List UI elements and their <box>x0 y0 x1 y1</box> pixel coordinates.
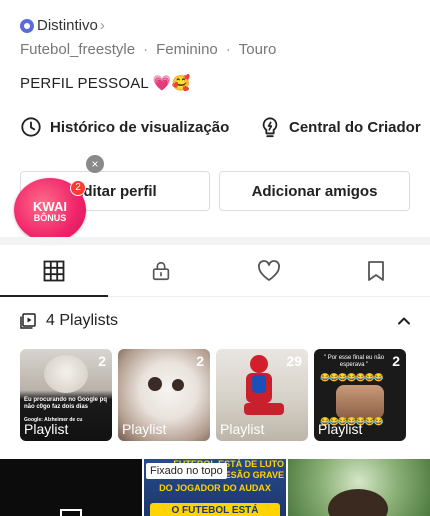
lock-icon <box>153 261 170 281</box>
profile-meta: Futebol_freestyle · Feminino · Touro <box>20 41 277 58</box>
bulb-icon <box>262 117 278 138</box>
kwai-label: KWAI <box>33 199 67 214</box>
playlist-label: Playlist <box>122 421 167 437</box>
tab-likes[interactable] <box>215 246 323 296</box>
tab-grid[interactable] <box>0 246 108 297</box>
tab-saved[interactable] <box>323 246 430 296</box>
tile-headline-4: O FUTEBOL ESTÁ <box>150 503 280 516</box>
tile-headline-3: DO JOGADOR DO AUDAX <box>159 483 271 493</box>
playlist-card[interactable]: Eu procurando no Google pq não c0go faz … <box>20 349 112 441</box>
playlist-caption: Eu procurando no Google pq não c0go faz … <box>24 397 107 410</box>
playlist-card[interactable]: " Por esse final eu não esperava " 😂😂😂😂😂… <box>314 349 406 441</box>
video-tile[interactable] <box>288 459 430 516</box>
pinned-badge: Fixado no topo <box>146 463 227 479</box>
profile-tabs <box>0 246 430 297</box>
playlist-card[interactable]: 2 Playlist <box>118 349 210 441</box>
playlist-icon <box>20 313 36 329</box>
grid-icon <box>43 260 65 282</box>
badge-icon <box>20 18 34 33</box>
playlist-caption: " Por esse final eu não esperava " <box>323 355 385 368</box>
history-label: Histórico de visualização <box>50 118 230 136</box>
creator-center-shortcut[interactable]: Central do Criador <box>259 116 421 138</box>
playlist-label: Playlist <box>220 421 265 437</box>
meta-username: Futebol_freestyle <box>20 41 136 58</box>
bookmark-icon <box>368 261 385 281</box>
video-tile[interactable] <box>0 459 142 516</box>
playlists-header[interactable]: 4 Playlists <box>20 312 118 330</box>
badge-label: Distintivo <box>37 17 98 34</box>
close-icon[interactable]: × <box>86 155 104 173</box>
meta-gender: Feminino <box>156 41 218 58</box>
kwai-bonus-count: 2 <box>70 180 86 196</box>
playlists-count-label: 4 Playlists <box>46 312 119 329</box>
playlist-count: 2 <box>196 353 204 369</box>
bonus-label: BÔNUS <box>33 213 67 223</box>
clock-icon <box>21 117 41 137</box>
history-shortcut[interactable]: Histórico de visualização <box>20 116 229 138</box>
add-friends-button[interactable]: Adicionar amigos <box>219 171 410 211</box>
playlist-label: Playlist <box>24 421 69 437</box>
chevron-right-icon: › <box>99 17 105 34</box>
playlist-card[interactable]: 29 Playlist <box>216 349 308 441</box>
tab-private[interactable] <box>108 246 216 296</box>
playlist-count: 2 <box>392 353 400 369</box>
heart-icon <box>257 260 280 281</box>
profile-bio: PERFIL PESSOAL 💗🥰 <box>20 75 191 92</box>
divider <box>0 237 430 245</box>
creator-center-label: Central do Criador <box>289 118 421 136</box>
badge-link[interactable]: Distintivo › <box>20 17 105 34</box>
playlist-label: Playlist <box>318 421 363 437</box>
playlist-count: 2 <box>98 353 106 369</box>
chevron-up-icon[interactable] <box>396 313 412 329</box>
meta-sign: Touro <box>238 41 277 58</box>
playlist-count: 29 <box>286 353 302 369</box>
